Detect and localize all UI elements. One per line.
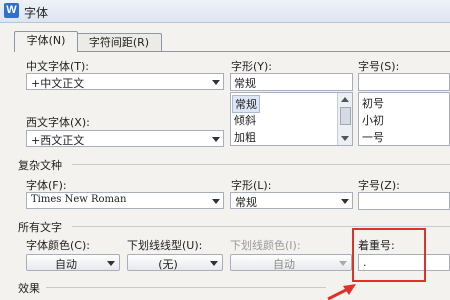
section-divider bbox=[46, 287, 326, 288]
section-divider bbox=[72, 226, 450, 227]
font-color-button[interactable]: 自动 bbox=[26, 254, 120, 271]
tab-character-spacing[interactable]: 字符间距(R) bbox=[76, 33, 162, 52]
western-font-label: 西文字体(X): bbox=[26, 116, 90, 129]
underline-color-value: 自动 bbox=[273, 258, 295, 271]
red-arrow-icon bbox=[327, 284, 356, 300]
font-style-input[interactable]: 常规 bbox=[230, 73, 353, 91]
list-item[interactable]: 常规 bbox=[232, 95, 260, 113]
chevron-down-icon[interactable] bbox=[107, 261, 115, 266]
window-title: 字体 bbox=[24, 6, 49, 20]
font-size-input[interactable] bbox=[358, 73, 450, 91]
effects-section-title: 效果 bbox=[18, 282, 40, 295]
list-item[interactable]: 小初 bbox=[362, 112, 384, 128]
underline-style-button[interactable]: (无) bbox=[127, 254, 223, 271]
underline-color-button[interactable]: 自动 bbox=[230, 254, 352, 271]
list-item[interactable]: 初号 bbox=[362, 95, 384, 111]
complex-style-combo[interactable]: 常规 bbox=[230, 192, 353, 209]
complex-style-value: 常规 bbox=[235, 196, 257, 209]
underline-style-label: 下划线线型(U): bbox=[127, 239, 203, 252]
chevron-down-icon[interactable] bbox=[210, 261, 218, 266]
complex-size-input[interactable] bbox=[358, 192, 450, 210]
chevron-down-icon[interactable] bbox=[212, 137, 220, 142]
underline-style-value: (无) bbox=[158, 258, 178, 271]
section-divider bbox=[72, 164, 450, 165]
complex-style-label: 字形(L): bbox=[231, 179, 272, 192]
font-style-scrollbar[interactable] bbox=[337, 93, 352, 145]
chevron-down-icon bbox=[339, 261, 347, 266]
tab-font[interactable]: 字体(N) bbox=[14, 31, 78, 52]
scroll-thumb[interactable] bbox=[340, 107, 351, 125]
chevron-down-icon[interactable] bbox=[341, 199, 349, 204]
wps-writer-icon: W bbox=[4, 3, 19, 18]
western-font-value: +西文正文 bbox=[31, 134, 85, 147]
list-item[interactable]: 一号 bbox=[362, 129, 384, 145]
complex-size-label: 字号(Z): bbox=[358, 179, 400, 192]
scroll-up-icon[interactable] bbox=[341, 97, 349, 102]
font-size-label: 字号(S): bbox=[358, 60, 400, 73]
chinese-font-label: 中文字体(T): bbox=[26, 60, 90, 73]
font-color-label: 字体颜色(C): bbox=[26, 239, 90, 252]
font-style-value: 常规 bbox=[234, 77, 256, 90]
font-style-list[interactable]: 常规 倾斜 加粗 bbox=[230, 92, 353, 146]
chinese-font-combo[interactable]: +中文正文 bbox=[26, 73, 224, 90]
list-item[interactable]: 加粗 bbox=[234, 129, 256, 145]
red-highlight-box bbox=[352, 228, 426, 282]
complex-script-section-title: 复杂文种 bbox=[18, 159, 62, 172]
complex-font-label: 字体(F): bbox=[26, 179, 67, 192]
chevron-down-icon[interactable] bbox=[212, 199, 220, 204]
scroll-down-icon[interactable] bbox=[341, 136, 349, 141]
font-style-label: 字形(Y): bbox=[231, 60, 273, 73]
chinese-font-value: +中文正文 bbox=[31, 77, 85, 90]
font-color-value: 自动 bbox=[55, 258, 77, 271]
western-font-combo[interactable]: +西文正文 bbox=[26, 130, 224, 147]
title-bar: W 字体 bbox=[0, 0, 450, 23]
chevron-down-icon[interactable] bbox=[212, 80, 220, 85]
tab-panel-border bbox=[14, 51, 450, 52]
complex-font-value: Times New Roman bbox=[31, 194, 127, 205]
complex-font-combo[interactable]: Times New Roman bbox=[26, 192, 224, 209]
underline-color-label: 下划线颜色(I): bbox=[230, 239, 301, 252]
font-size-list[interactable]: 初号 小初 一号 bbox=[358, 92, 450, 146]
all-text-section-title: 所有文字 bbox=[18, 221, 62, 234]
list-item[interactable]: 倾斜 bbox=[234, 112, 256, 128]
